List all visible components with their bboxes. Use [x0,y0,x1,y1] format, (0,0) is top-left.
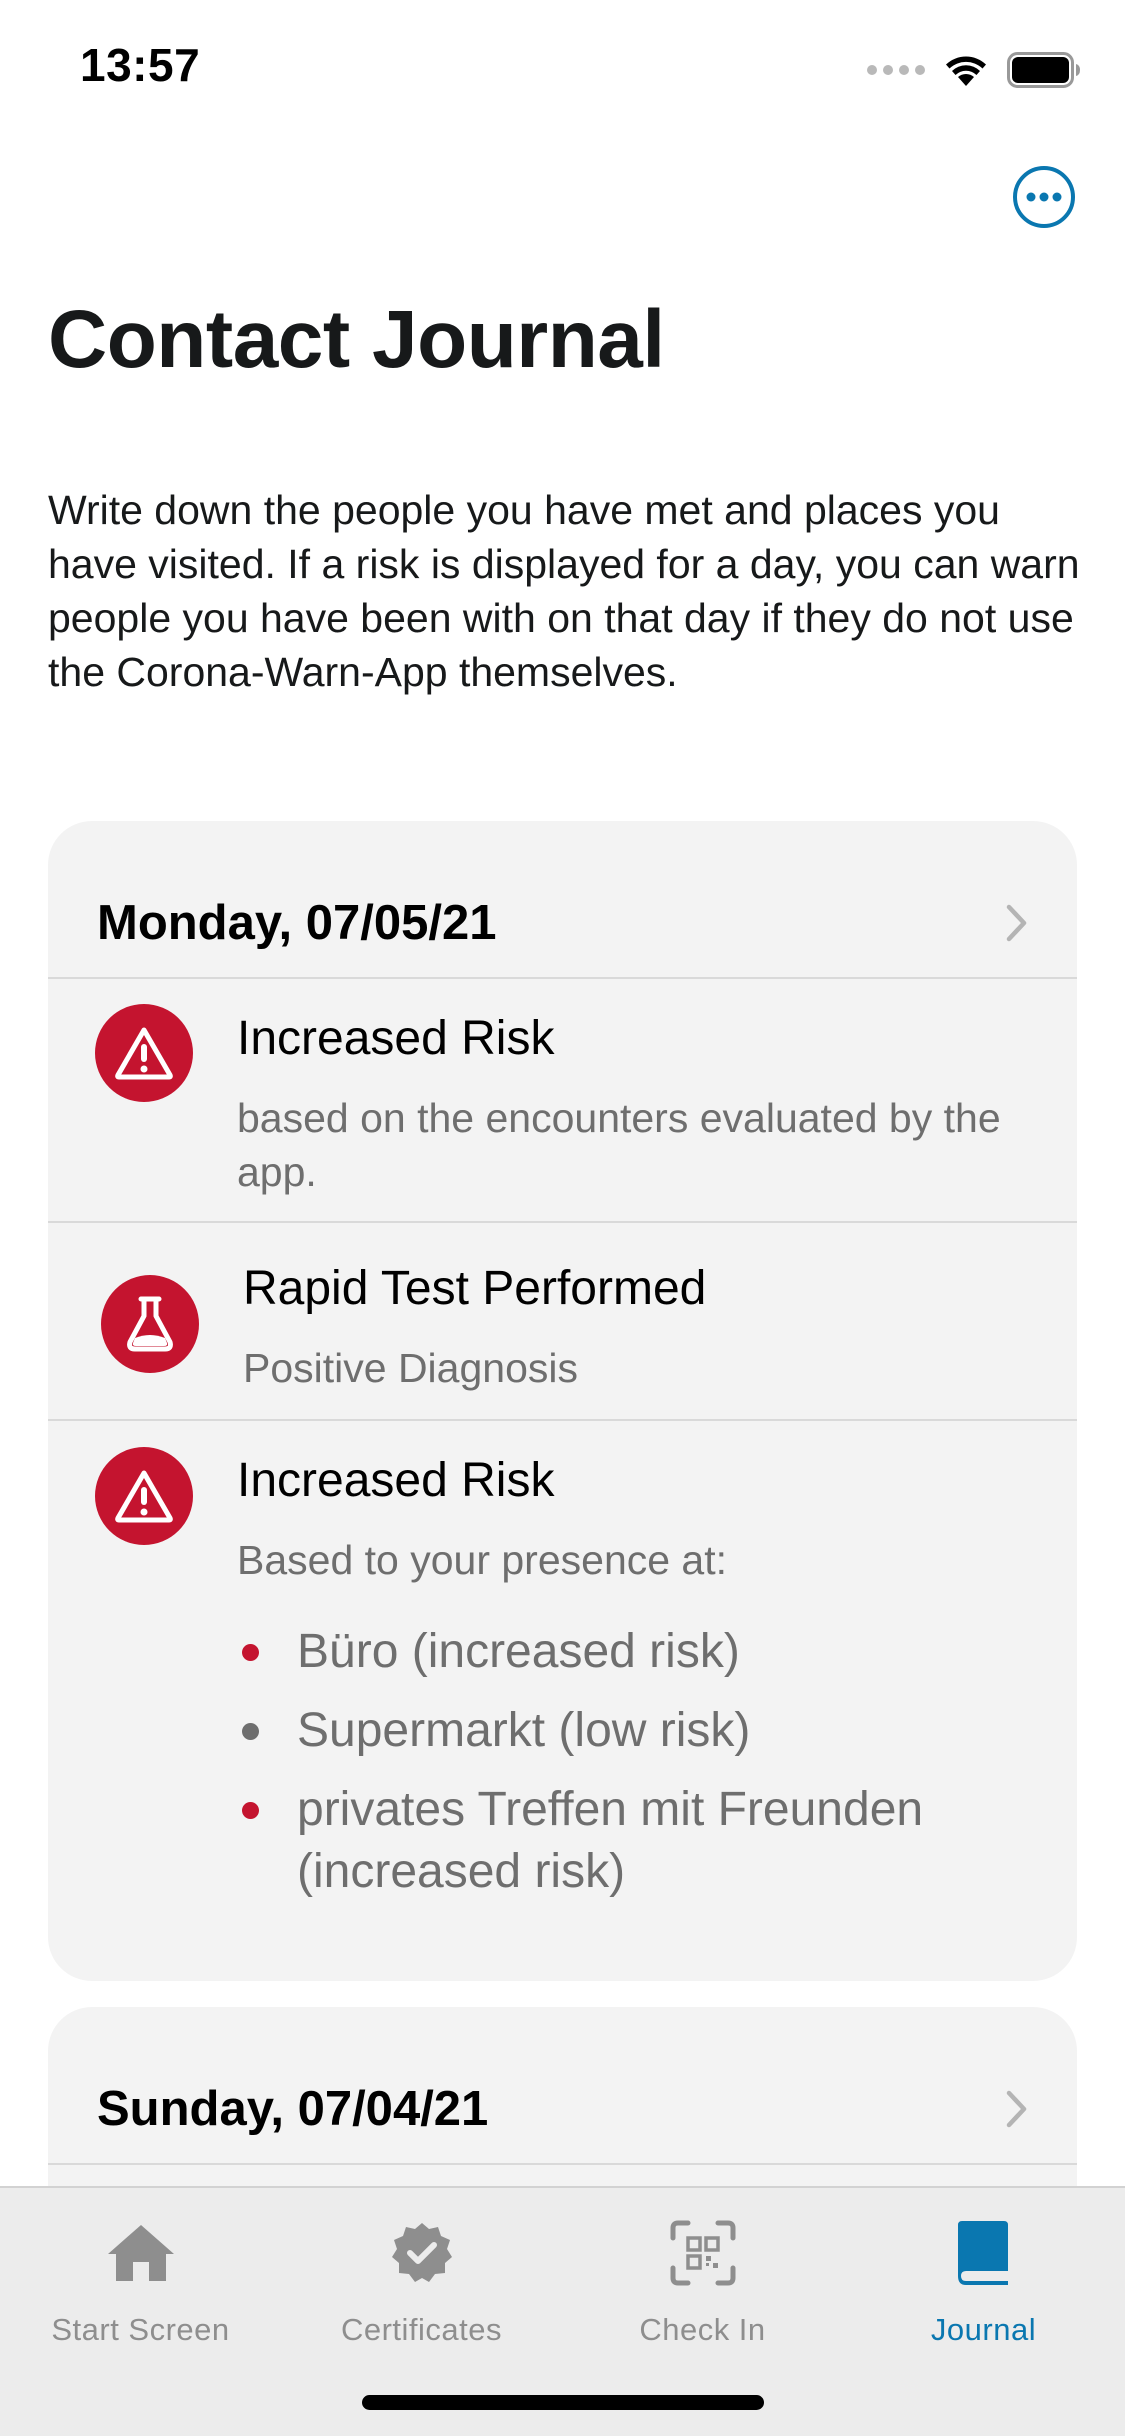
house-icon [103,2215,179,2291]
list-item: Büro (increased risk) [237,1621,1037,1683]
status-icons [867,52,1081,88]
location-list: Büro (increased risk) Supermarkt (low ri… [237,1621,1037,1920]
entry-title: Increased Risk [237,1454,555,1507]
battery-icon [1007,52,1081,88]
risk-dot [242,1723,259,1740]
risk-dot [242,1644,259,1661]
tab-label: Journal [930,2312,1037,2347]
risk-entry-encounters: Increased Risk based on the encounters e… [48,979,1077,1223]
test-entry: Rapid Test Performed Positive Diagnosis [48,1223,1077,1421]
chevron-right-icon [1006,2090,1027,2128]
day-card-header[interactable]: Sunday, 07/04/21 [48,2007,1077,2165]
entry-subtitle: based on the encounters evaluated by the… [237,1095,1001,1195]
tab-check-in[interactable]: Check In [562,2188,843,2358]
tab-certificates[interactable]: Certificates [281,2188,562,2358]
tab-label: Check In [639,2312,766,2347]
more-options-button[interactable] [1012,165,1076,229]
page-title: Contact Journal [48,294,665,385]
day-card-header[interactable]: Monday, 07/05/21 [48,821,1077,979]
wifi-icon [943,53,989,87]
status-bar: 13:57 [0,0,1125,140]
day-date: Monday, 07/05/21 [97,896,497,950]
contact-journal-screen: 13:57 Contact Journal Write down the peo… [0,0,1125,2436]
book-icon [946,2215,1022,2291]
qr-scan-icon [665,2215,741,2291]
chevron-right-icon [1006,904,1027,942]
location-label: Supermarkt (low risk) [297,1704,751,1757]
entry-title: Rapid Test Performed [243,1262,707,1315]
certificate-badge-icon [384,2215,460,2291]
list-item: privates Treffen mit Freunden (increased… [237,1779,1037,1903]
warning-icon [95,1447,193,1545]
location-label: privates Treffen mit Freunden (increased… [297,1783,924,1898]
entry-subtitle: Based to your presence at: [237,1537,728,1583]
intro-text: Write down the people you have met and p… [48,487,1080,695]
entry-subtitle: Positive Diagnosis [243,1345,578,1391]
warning-icon [95,1004,193,1102]
list-item: Supermarkt (low risk) [237,1700,1037,1762]
location-label: Büro (increased risk) [297,1625,740,1678]
risk-entry-locations: Increased Risk Based to your presence at… [48,1421,1077,1977]
tab-label: Start Screen [51,2312,230,2347]
test-flask-icon [101,1275,199,1373]
status-time: 13:57 [80,39,201,91]
day-date: Sunday, 07/04/21 [97,2082,489,2136]
tab-label: Certificates [340,2312,503,2347]
day-card-monday[interactable]: Monday, 07/05/21 Increased Risk based on… [48,821,1077,1981]
entry-title: Increased Risk [237,1012,555,1065]
cellular-signal-icon [867,65,925,75]
risk-dot [242,1802,259,1819]
tab-start-screen[interactable]: Start Screen [0,2188,281,2358]
tab-journal[interactable]: Journal [843,2188,1124,2358]
home-indicator[interactable] [362,2395,764,2410]
ellipsis-circle-icon [1013,166,1075,228]
